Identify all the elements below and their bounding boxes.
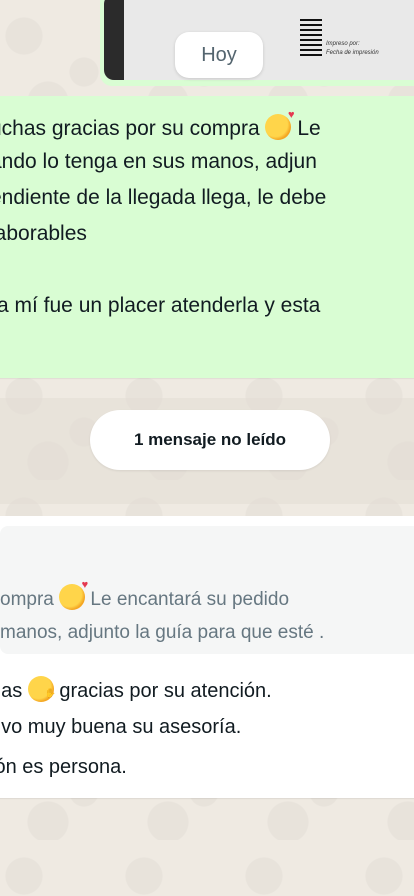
message-line: nas gracias por su atención.	[0, 676, 272, 703]
receipt-text: Impreso por: Fecha de impresión	[326, 40, 379, 58]
quote-line: manos, adjunto la guía para que esté .	[0, 622, 325, 643]
outgoing-message[interactable]: uchas gracias por su compra Le ando lo t…	[0, 96, 414, 378]
unread-divider: 1 mensaje no leído	[90, 410, 330, 470]
date-divider: Hoy	[175, 32, 263, 78]
receipt-line: Fecha de impresión	[326, 50, 379, 56]
incoming-message[interactable]: ompra Le encantará su pedido manos, adju…	[0, 516, 414, 798]
message-line: ión es persona.	[0, 756, 127, 778]
message-line: ando lo tenga en sus manos, adjun	[0, 150, 317, 173]
receipt-line: Impreso por:	[326, 41, 360, 47]
hugging-face-icon	[27, 676, 56, 702]
message-line: ra mí fue un placer atenderla y esta	[0, 294, 321, 317]
message-line: uchas gracias por su compra Le	[0, 109, 321, 141]
message-line: uvo muy buena su asesoría.	[0, 716, 242, 738]
message-line: endiente de la llegada llega, le debe	[0, 186, 327, 209]
smiling-face-with-hearts-icon	[265, 109, 294, 140]
barcode-graphic	[300, 18, 322, 56]
quote-line: ompra Le encantará su pedido	[0, 579, 289, 611]
message-line: laborables	[0, 222, 87, 245]
quoted-message[interactable]: ompra Le encantará su pedido manos, adju…	[0, 526, 414, 654]
smiling-face-with-hearts-icon	[59, 579, 88, 610]
receipt-image-edge	[104, 0, 124, 80]
